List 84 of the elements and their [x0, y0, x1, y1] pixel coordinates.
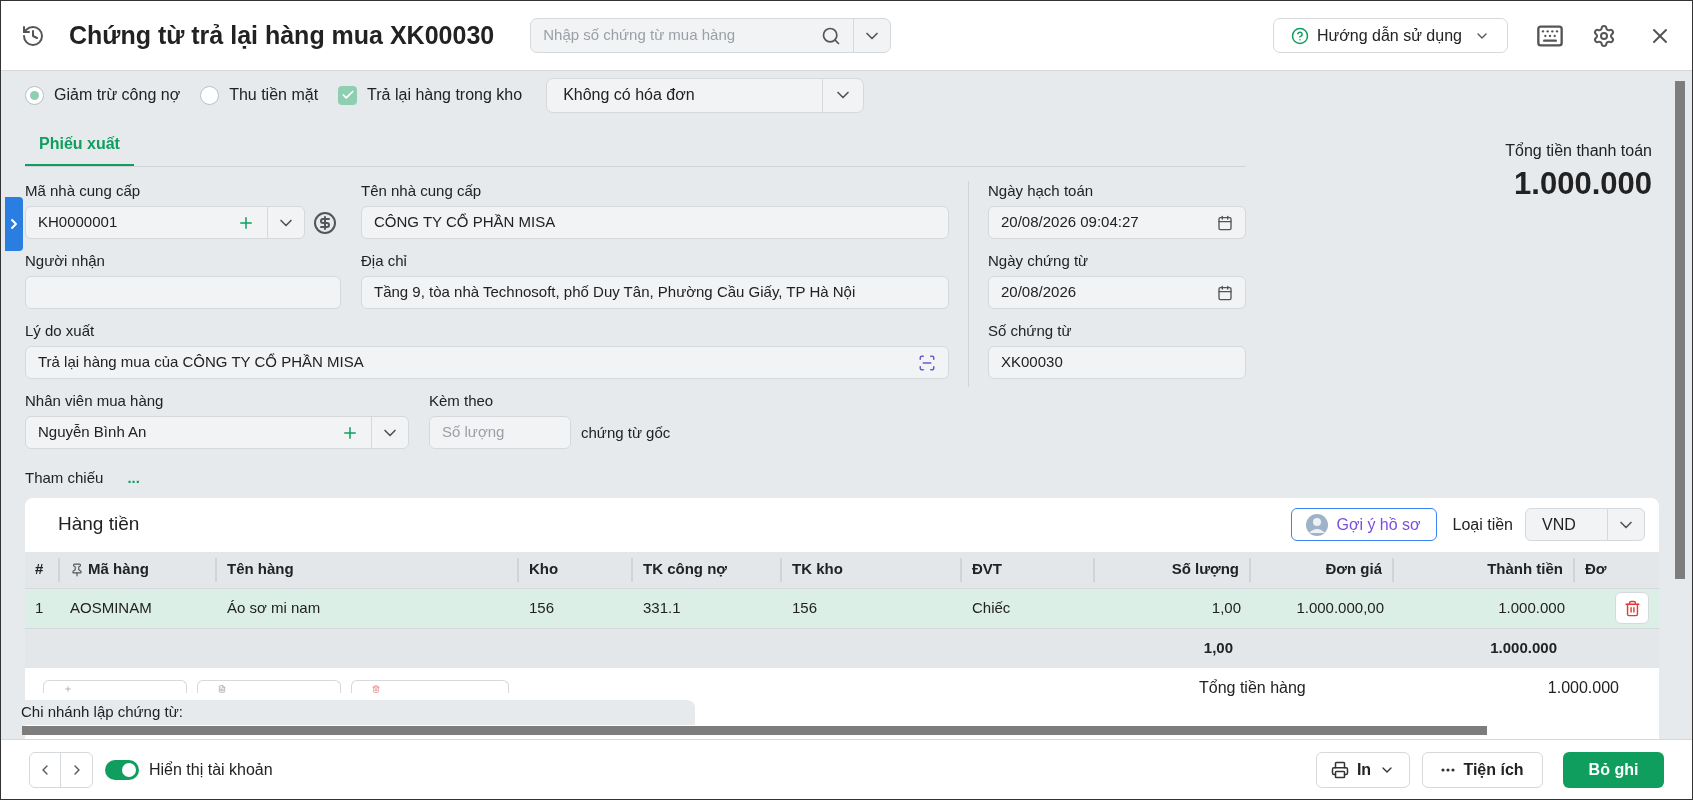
- scan-icon[interactable]: [918, 353, 936, 372]
- radio-label: Thu tiền mặt: [229, 85, 319, 105]
- grid-title: Hàng tiền: [58, 512, 140, 537]
- invoice-dropdown[interactable]: Không có hóa đơn: [546, 77, 865, 113]
- table-cell-text: 1: [35, 597, 44, 618]
- check-icon: [340, 88, 355, 102]
- toggle-switch[interactable]: [105, 759, 139, 780]
- table-cell-text: Áo sơ mi nam: [227, 597, 321, 618]
- input-field[interactable]: XK00030: [988, 346, 1246, 379]
- calendar-icon[interactable]: [1217, 214, 1233, 231]
- input-field[interactable]: Tầng 9, tòa nhà Technosoft, phố Duy Tân, Phường Cầu Giấy, TP Hà Nội: [361, 276, 949, 309]
- column-header: Tên hàng: [227, 559, 294, 580]
- supplier-code-field[interactable]: KH0000001: [25, 206, 305, 239]
- totals-value: 1.000.000: [1546, 677, 1619, 698]
- horizontal-scrollbar[interactable]: [22, 726, 1487, 735]
- window-title: Chứng từ trả lại hàng mua XK00030: [69, 19, 495, 51]
- amount-total: 1.000.000: [1490, 637, 1557, 658]
- radio-button[interactable]: [200, 85, 220, 105]
- trash-icon: [1623, 599, 1641, 617]
- radio-label: Giảm trừ công nợ: [54, 85, 181, 105]
- attachments-suffix: chứng từ gốc: [581, 423, 671, 443]
- input-field[interactable]: Trả lại hàng mua của CÔNG TY CỔ PHẦN MISA: [25, 346, 949, 379]
- table-cell-text: 1,00: [1211, 597, 1241, 618]
- table-cell-text: 1.000.000,00: [1296, 597, 1384, 618]
- field-label: Ngày chứng từ: [988, 251, 1090, 270]
- column-header: Thành tiền: [1487, 559, 1563, 580]
- toggle-label: Hiển thị tài khoản: [149, 759, 273, 780]
- table-cell-text: 331.1: [643, 597, 681, 618]
- more-icon: [1441, 767, 1456, 772]
- checkbox-label: Trả lại hàng trong kho: [367, 85, 523, 105]
- input-field[interactable]: 20/08/2026: [988, 276, 1246, 309]
- table-cell-text: 1.000.000: [1498, 597, 1565, 618]
- settings-icon[interactable]: [1592, 23, 1616, 48]
- purchaser-field[interactable]: Nguyễn Bình An: [25, 416, 409, 449]
- total-label: Tổng tiền thanh toán: [1505, 141, 1652, 161]
- column-header: Kho: [529, 559, 559, 580]
- table-cell-text: AOSMINAM: [70, 597, 152, 618]
- column-header: Số lượng: [1171, 559, 1239, 580]
- field-label: Nhân viên mua hàng: [25, 391, 165, 410]
- field-label: Mã nhà cung cấp: [25, 181, 142, 200]
- search-icon[interactable]: [821, 25, 842, 46]
- input-field[interactable]: 20/08/2026 09:04:27: [988, 206, 1246, 239]
- help-icon: [1291, 26, 1310, 45]
- column-header: #: [35, 559, 44, 580]
- reference-label: Tham chiếu: [25, 468, 104, 488]
- input-field[interactable]: [25, 276, 341, 309]
- pin-icon[interactable]: [70, 562, 84, 577]
- column-header: TK kho: [792, 559, 843, 580]
- expand-handle[interactable]: [5, 197, 23, 251]
- total-amount: 1.000.000: [1514, 165, 1652, 203]
- field-label: Tên nhà cung cấp: [361, 181, 483, 200]
- avatar-icon: [1306, 513, 1329, 536]
- field-label: Ngày hạch toán: [988, 181, 1095, 200]
- field-label: Người nhận: [25, 251, 106, 270]
- help-button[interactable]: Hướng dẫn sử dụng: [1273, 18, 1508, 53]
- vertical-scrollbar[interactable]: [1675, 81, 1685, 579]
- branch-label: Chi nhánh lập chứng từ:: [21, 702, 183, 723]
- delete-button[interactable]: [1615, 592, 1649, 624]
- column-header: Đơn giá: [1325, 559, 1382, 580]
- currency-icon[interactable]: [313, 210, 337, 235]
- printer-icon: [1330, 760, 1349, 779]
- suggest-button[interactable]: Gợi ý hồ sơ: [1290, 508, 1437, 541]
- table-cell-text: 156: [792, 597, 818, 618]
- totals-label: Tổng tiền hàng: [1199, 677, 1307, 698]
- column-header: Đơ: [1585, 559, 1607, 580]
- column-header: TK công nợ: [643, 559, 727, 580]
- field-label: Số chứng từ: [988, 321, 1073, 340]
- utilities-button[interactable]: Tiện ích: [1422, 751, 1543, 788]
- field-label: Kèm theo: [429, 391, 495, 410]
- quantity-total: 1,00: [1203, 637, 1233, 658]
- calendar-icon[interactable]: [1217, 284, 1233, 301]
- currency-label: Loại tiền: [1452, 514, 1513, 535]
- field-label: Địa chỉ: [361, 251, 408, 270]
- column-header: ĐVT: [972, 559, 1002, 580]
- column-header: Mã hàng: [88, 559, 149, 580]
- currency-dropdown[interactable]: VND: [1525, 508, 1645, 541]
- history-icon[interactable]: [21, 23, 45, 48]
- radio-button[interactable]: [25, 85, 44, 105]
- input-field[interactable]: CÔNG TY CỔ PHẦN MISA: [361, 206, 949, 239]
- table-row[interactable]: 1 AOSMINAM Áo sơ mi nam 156 331.1 156 Chiếc 1,00 1.000.000,00 1.000.000: [25, 588, 1659, 629]
- field-label: Lý do xuất: [25, 321, 96, 340]
- table-cell-text: Chiếc: [972, 597, 1011, 618]
- table-cell-text: 156: [529, 597, 555, 618]
- print-button[interactable]: In: [1316, 751, 1410, 788]
